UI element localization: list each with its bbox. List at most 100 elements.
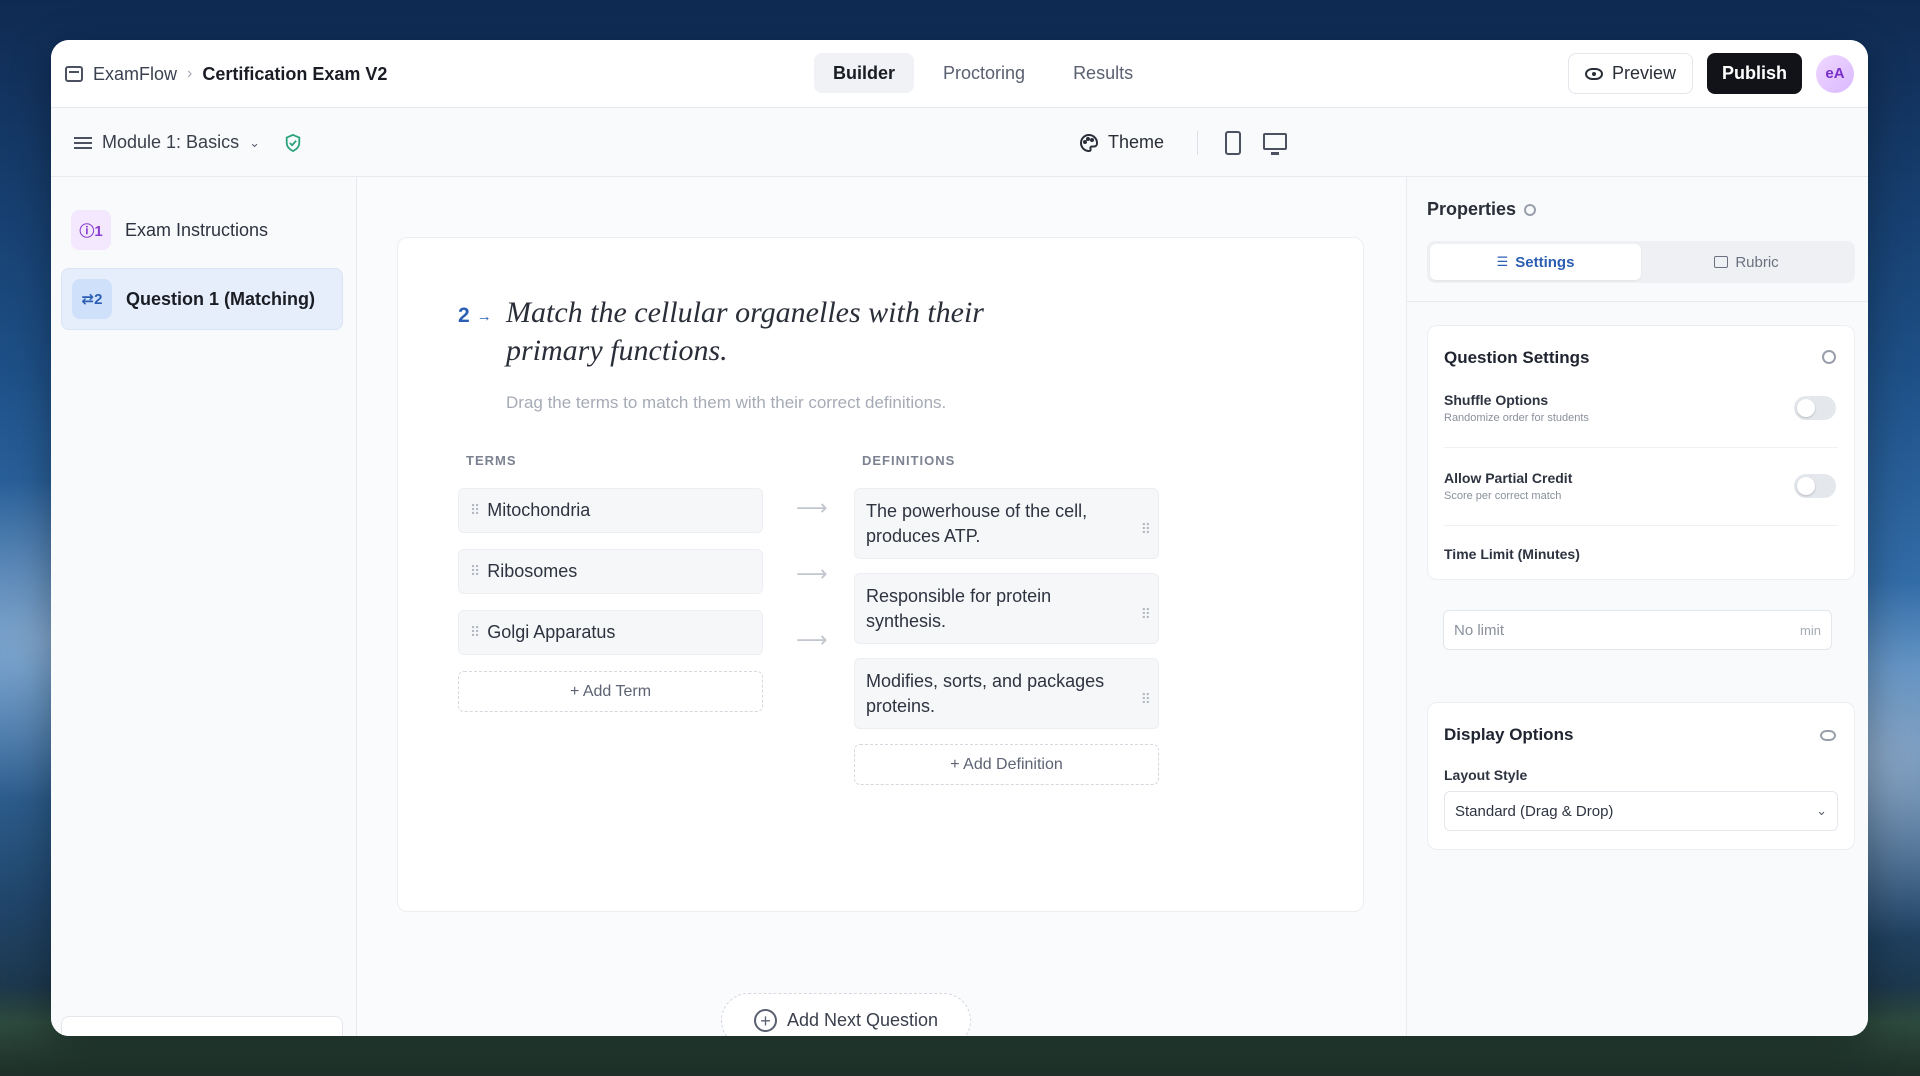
add-next-question-button[interactable]: + Add Next Question: [721, 993, 971, 1036]
matching-badge-icon: ⇄2: [72, 279, 112, 319]
drag-handle-icon[interactable]: ⠿: [470, 502, 480, 519]
breadcrumb-doc-title: Certification Exam V2: [202, 63, 388, 84]
definitions-header: DEFINITIONS: [862, 453, 956, 468]
eye-icon[interactable]: [1820, 730, 1836, 741]
theme-button[interactable]: Theme: [1079, 108, 1164, 177]
properties-panel: Properties ☰ Settings Rubric Question Se…: [1406, 177, 1868, 1036]
tab-results[interactable]: Results: [1054, 53, 1152, 93]
tab-settings-label: Settings: [1515, 253, 1575, 271]
long-arrow-right-icon: ⟶: [796, 495, 828, 520]
terms-header: TERMS: [466, 453, 517, 468]
breadcrumb-app[interactable]: ExamFlow: [93, 64, 177, 85]
time-limit-label: Time Limit (Minutes): [1444, 546, 1580, 562]
palette-icon: [1080, 133, 1098, 152]
preview-label: Preview: [1611, 63, 1676, 83]
top-bar: ExamFlow › Certification Exam V2 Builder…: [51, 40, 1868, 108]
tab-settings[interactable]: ☰ Settings: [1430, 244, 1641, 280]
sidebar-item-exam-instructions[interactable]: ⓘ1 Exam Instructions: [61, 199, 343, 261]
chevron-down-icon: ⌄: [1816, 803, 1827, 818]
theme-label: Theme: [1108, 132, 1165, 152]
definition-item[interactable]: The powerhouse of the cell, produces ATP…: [854, 488, 1159, 559]
definition-item[interactable]: Modifies, sorts, and packages proteins. …: [854, 658, 1159, 729]
sidebar-item-question-1[interactable]: ⇄2 Question 1 (Matching): [61, 268, 343, 330]
tab-proctoring[interactable]: Proctoring: [924, 53, 1044, 93]
question-number-value: 2: [458, 304, 470, 327]
definition-label: Responsible for protein synthesis.: [866, 586, 1052, 631]
time-limit-unit: min: [1800, 622, 1821, 638]
mobile-view-button[interactable]: [1218, 130, 1248, 156]
term-label: Ribosomes: [487, 561, 578, 581]
display-options-card: Display Options Layout Style Standard (D…: [1427, 702, 1855, 850]
properties-tabs: ☰ Settings Rubric: [1427, 241, 1855, 283]
drag-handle-icon[interactable]: ⠿: [470, 624, 480, 641]
properties-title: Properties: [1427, 199, 1517, 219]
drag-handle-icon[interactable]: ⠿: [470, 563, 480, 580]
add-next-question-label: Add Next Question: [786, 1010, 939, 1030]
add-term-button[interactable]: + Add Term: [458, 671, 763, 712]
tab-builder[interactable]: Builder: [814, 53, 915, 93]
sliders-icon: [74, 135, 92, 151]
avatar[interactable]: eA: [1816, 54, 1854, 93]
sliders-icon: ☰: [1496, 254, 1509, 269]
tab-rubric[interactable]: Rubric: [1641, 244, 1852, 280]
definition-item[interactable]: Responsible for protein synthesis. ⠿: [854, 573, 1159, 644]
module-label: Module 1: Basics: [102, 132, 240, 152]
app-window: ExamFlow › Certification Exam V2 Builder…: [51, 40, 1868, 1036]
question-card: 2 → Match the cellular organelles with t…: [397, 237, 1364, 912]
shuffle-options-toggle[interactable]: [1794, 396, 1836, 420]
time-limit-placeholder: No limit: [1454, 621, 1505, 639]
module-selector[interactable]: Module 1: Basics ⌄: [74, 108, 302, 177]
properties-header: Properties: [1427, 199, 1537, 220]
long-arrow-right-icon: ⟶: [796, 627, 828, 652]
add-definition-button[interactable]: + Add Definition: [854, 744, 1159, 785]
drag-handle-icon[interactable]: ⠿: [1141, 687, 1151, 712]
term-item[interactable]: ⠿ Ribosomes: [458, 549, 763, 594]
definition-label: The powerhouse of the cell, produces ATP…: [866, 501, 1088, 546]
breadcrumb: ExamFlow › Certification Exam V2: [65, 40, 387, 108]
shuffle-options-sub: Randomize order for students: [1444, 412, 1589, 424]
row-divider: [1444, 525, 1838, 526]
display-options-title: Display Options: [1444, 725, 1574, 744]
partial-credit-sub: Score per correct match: [1444, 490, 1562, 502]
gear-icon[interactable]: [1822, 350, 1836, 364]
row-divider: [1444, 447, 1838, 448]
chevron-down-icon: ⌄: [249, 134, 260, 150]
builder-canvas: 2 → Match the cellular organelles with t…: [357, 177, 1406, 1036]
chevron-right-icon: ›: [187, 65, 193, 82]
partial-credit-toggle[interactable]: [1794, 474, 1836, 498]
panel-divider: [1407, 301, 1868, 302]
layout-style-value: Standard (Drag & Drop): [1455, 802, 1614, 820]
rubric-icon: [1714, 256, 1729, 268]
sidebar-footer-button[interactable]: [61, 1016, 343, 1036]
partial-credit-label: Allow Partial Credit: [1444, 470, 1573, 486]
drag-handle-icon[interactable]: ⠿: [1141, 602, 1151, 627]
question-settings-card: Question Settings Shuffle Options Random…: [1427, 325, 1855, 580]
shuffle-options-label: Shuffle Options: [1444, 392, 1549, 408]
term-label: Mitochondria: [487, 500, 591, 520]
sidebar-item-label: Question 1 (Matching): [126, 288, 315, 309]
question-description[interactable]: Drag the terms to match them with their …: [506, 393, 946, 413]
shield-check-icon: [285, 133, 301, 152]
document-icon: [65, 66, 83, 82]
term-item[interactable]: ⠿ Golgi Apparatus: [458, 610, 763, 655]
arrow-right-icon: →: [476, 307, 492, 325]
mobile-icon: [1225, 131, 1241, 155]
tab-rubric-label: Rubric: [1735, 253, 1779, 271]
preview-button[interactable]: Preview: [1567, 53, 1693, 94]
time-limit-input[interactable]: No limit min: [1443, 610, 1832, 650]
layout-style-label: Layout Style: [1444, 767, 1528, 783]
question-title[interactable]: Match the cellular organelles with their…: [506, 294, 1026, 370]
sub-toolbar: Module 1: Basics ⌄ Theme: [51, 108, 1868, 177]
question-sidebar: ⓘ1 Exam Instructions ⇄2 Question 1 (Matc…: [51, 177, 357, 1036]
info-badge-icon: ⓘ1: [71, 210, 111, 250]
term-item[interactable]: ⠿ Mitochondria: [458, 488, 763, 533]
monitor-icon: [1263, 132, 1287, 155]
term-label: Golgi Apparatus: [487, 622, 616, 642]
question-settings-title: Question Settings: [1444, 348, 1590, 367]
desktop-view-button[interactable]: [1260, 130, 1290, 156]
layout-style-select[interactable]: Standard (Drag & Drop) ⌄: [1444, 791, 1838, 831]
publish-button[interactable]: Publish: [1706, 53, 1802, 94]
drag-handle-icon[interactable]: ⠿: [1141, 517, 1151, 542]
top-actions: Preview Publish eA: [1567, 53, 1854, 94]
question-number: 2 →: [458, 304, 492, 328]
